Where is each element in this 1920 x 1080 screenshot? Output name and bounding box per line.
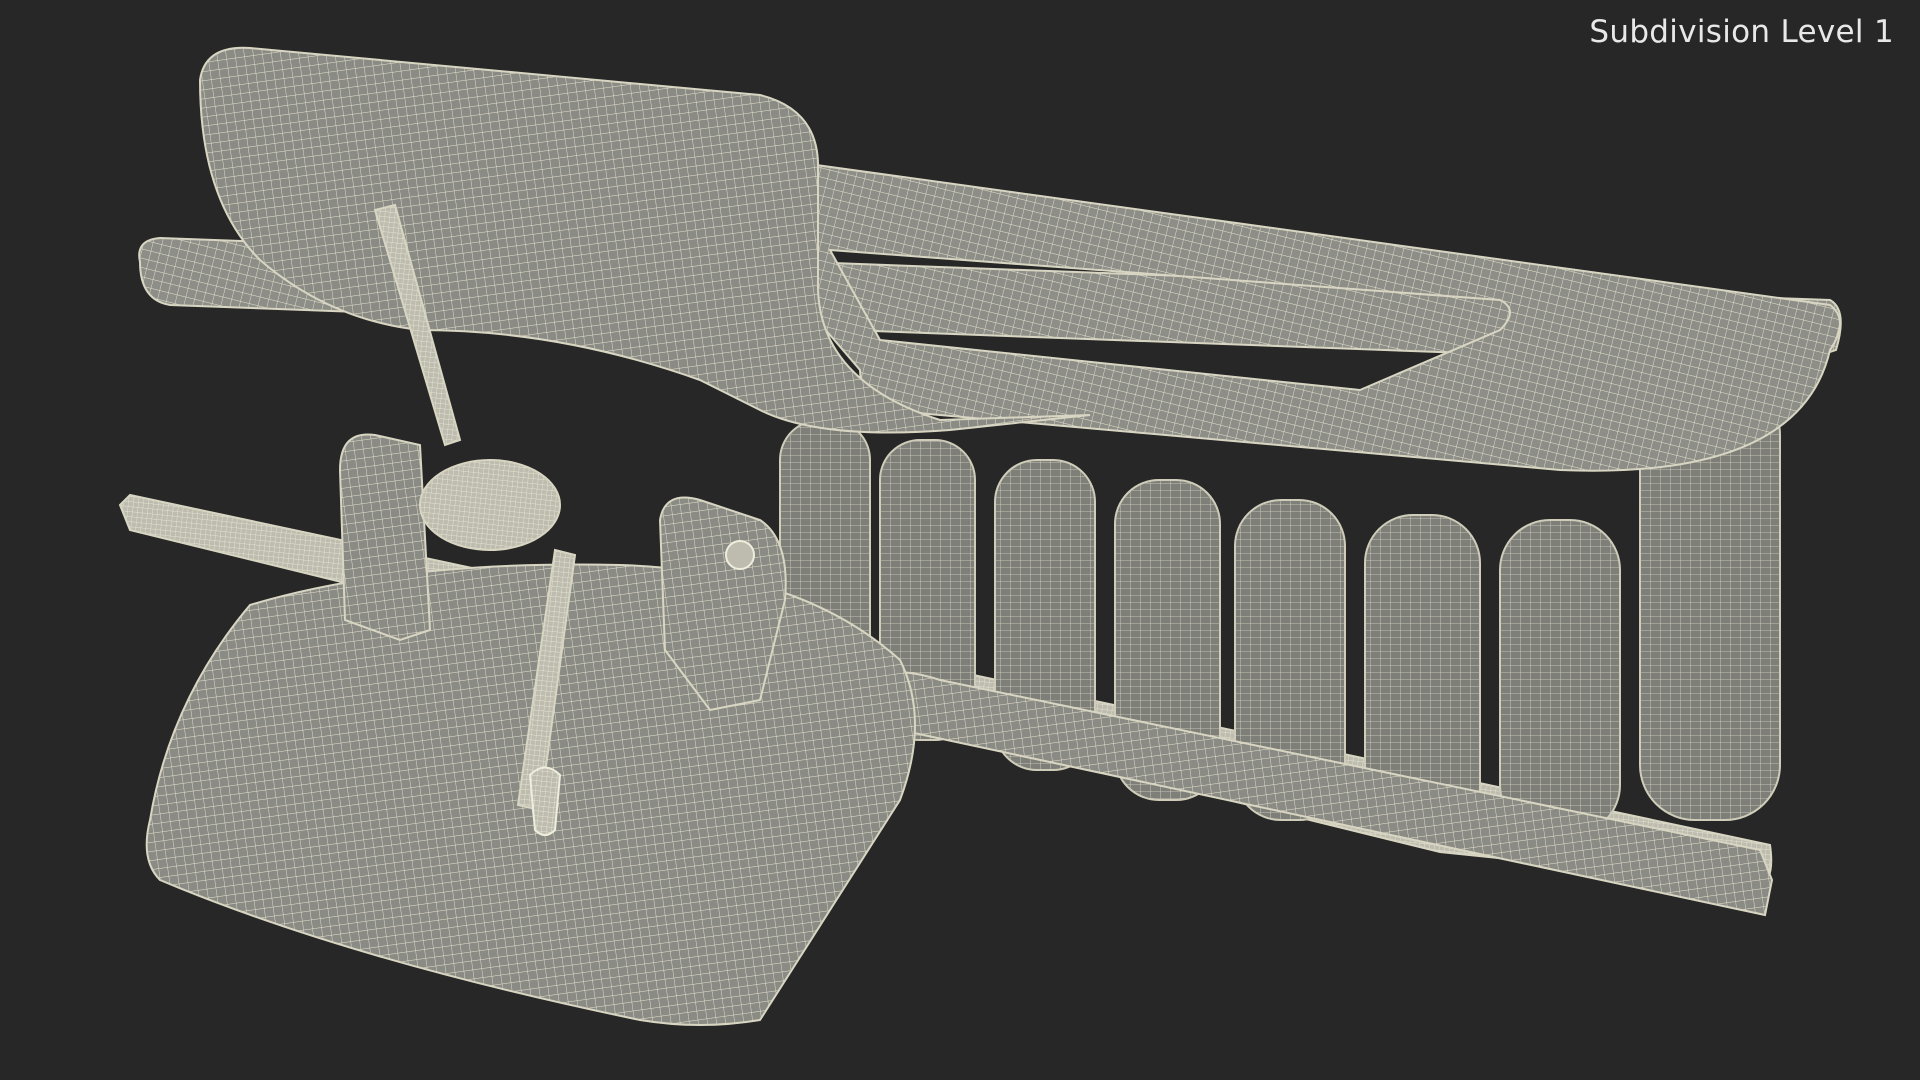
- spring-coil: [419, 459, 561, 551]
- hinge-pin: [725, 540, 755, 570]
- subdivision-level-label: Subdivision Level 1: [1589, 14, 1894, 50]
- hinge-bracket-left: [338, 433, 432, 642]
- render-viewport: Subdivision Level 1: [0, 0, 1920, 1080]
- rod-tip: [528, 766, 562, 836]
- wireframe-model-render: [118, 46, 1842, 1026]
